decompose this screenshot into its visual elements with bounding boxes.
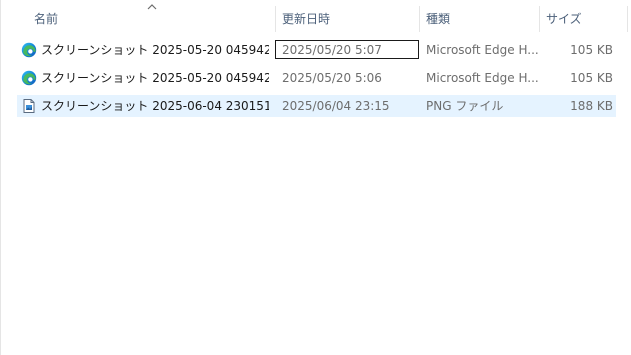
- file-name: スクリーンショット 2025-06-04 230151: [41, 99, 269, 113]
- file-date: 2025/05/20 5:06: [282, 71, 382, 85]
- column-header-type-label: 種類: [426, 12, 451, 26]
- column-header-date[interactable]: 更新日時: [282, 6, 418, 32]
- file-name: スクリーンショット 2025-05-20 045942: [41, 71, 269, 85]
- column-header-name[interactable]: 名前: [34, 6, 274, 32]
- file-row[interactable]: スクリーンショット 2025-05-20 045942 2025/05/20 5…: [17, 67, 616, 89]
- file-size: 105 KB: [570, 71, 613, 85]
- column-header-row: 名前 更新日時 種類 サイズ: [1, 4, 631, 32]
- file-size: 105 KB: [570, 43, 613, 57]
- column-header-type[interactable]: 種類: [426, 6, 538, 32]
- column-divider[interactable]: [419, 6, 420, 32]
- column-header-date-label: 更新日時: [282, 12, 331, 26]
- file-row[interactable]: スクリーンショット 2025-05-20 045942(1) 2025/05/2…: [17, 39, 616, 61]
- column-divider[interactable]: [275, 6, 276, 32]
- file-name: スクリーンショット 2025-05-20 045942(1): [41, 43, 269, 57]
- file-row[interactable]: スクリーンショット 2025-06-04 230151 2025/06/04 2…: [17, 95, 616, 117]
- column-divider[interactable]: [627, 6, 628, 32]
- file-type: Microsoft Edge H...: [426, 43, 538, 57]
- file-size: 188 KB: [570, 99, 613, 113]
- file-type: Microsoft Edge H...: [426, 71, 538, 85]
- file-date: 2025/06/04 23:15: [282, 99, 390, 113]
- file-date: 2025/05/20 5:07: [282, 43, 382, 57]
- edge-icon: [21, 70, 37, 86]
- column-header-name-label: 名前: [34, 12, 59, 26]
- file-type: PNG ファイル: [426, 99, 504, 113]
- png-file-icon: [23, 99, 35, 113]
- file-list-view: 名前 更新日時 種類 サイズ スクリーンショット 2025-05-20 0459…: [0, 0, 631, 355]
- edge-icon: [21, 42, 37, 58]
- column-header-size-label: サイズ: [546, 12, 582, 26]
- column-header-size[interactable]: サイズ: [546, 6, 626, 32]
- column-divider[interactable]: [539, 6, 540, 32]
